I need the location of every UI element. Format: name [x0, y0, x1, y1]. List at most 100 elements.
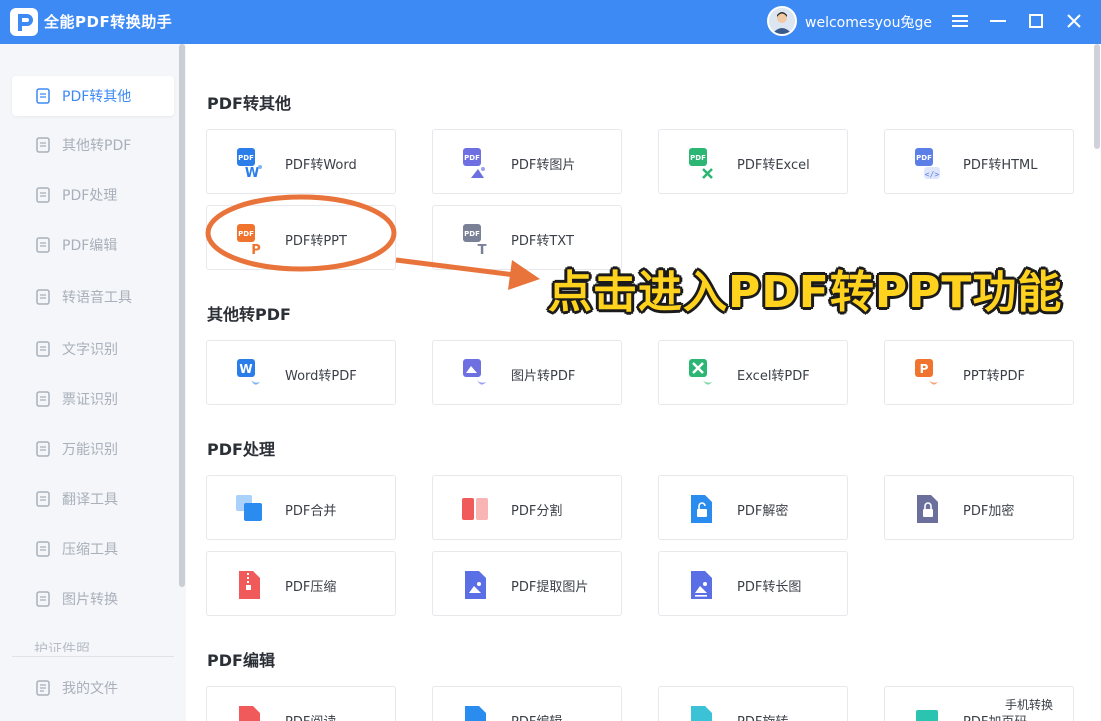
compress-icon: [34, 540, 52, 558]
maximize-icon: [1029, 13, 1043, 32]
title-bar: 全能PDF转换助手 welcomesyou兔ge: [0, 0, 1101, 44]
sidebar-item-2[interactable]: 其他转PDF: [12, 125, 174, 165]
section-title: PDF转其他: [207, 94, 291, 113]
sidebar-item-8[interactable]: 万能识别: [12, 429, 174, 469]
sidebar-item-9[interactable]: 翻译工具: [12, 479, 174, 519]
tool-card[interactable]: W Word转PDF: [206, 340, 396, 405]
sidebar-item-10[interactable]: 压缩工具: [12, 529, 174, 569]
my-files-icon: [34, 679, 52, 697]
tool-card[interactable]: Excel转PDF: [658, 340, 848, 405]
tool-card[interactable]: PDF压缩: [206, 551, 396, 616]
sidebar-item-label: 转语音工具: [62, 290, 132, 306]
svg-text:P: P: [920, 362, 929, 376]
annotation-text: 点击进入PDF转PPT功能: [548, 267, 1063, 318]
pdf-to-txt-icon: PDF T: [461, 223, 491, 258]
tool-card[interactable]: PDF分割: [432, 475, 622, 540]
tool-card-label: PDF转PPT: [285, 234, 347, 249]
pdf-to-image-icon: PDF: [461, 147, 491, 179]
close-button[interactable]: [1060, 8, 1088, 36]
section-title: PDF编辑: [207, 651, 275, 670]
tool-card-label: PDF旋转: [737, 711, 788, 721]
pdf-icon: [34, 136, 52, 154]
unlock-icon: [687, 493, 717, 525]
sidebar-item-my-files[interactable]: 我的文件: [12, 668, 174, 708]
translate-icon: [34, 490, 52, 508]
tool-card-label: PDF压缩: [285, 580, 337, 595]
sidebar-item-11[interactable]: 图片转换: [12, 579, 174, 619]
avatar[interactable]: [767, 6, 797, 36]
merge-icon: [235, 493, 265, 525]
tool-card-label: PDF转Excel: [737, 158, 810, 173]
split-icon: [461, 493, 491, 525]
sidebar-item-label: PDF处理: [62, 188, 118, 204]
svg-text:PDF: PDF: [238, 154, 254, 162]
minimize-icon: [990, 13, 1006, 32]
tool-card[interactable]: PDF PDF转图片: [432, 129, 622, 194]
pdf-to-ppt-icon: PDF P: [235, 223, 265, 258]
tool-card[interactable]: PDF转长图: [658, 551, 848, 616]
tool-card[interactable]: PDF编辑: [432, 686, 622, 721]
sidebar-item-7[interactable]: 票证识别: [12, 379, 174, 419]
tool-card-label: Word转PDF: [285, 369, 357, 384]
zip-icon: [235, 569, 265, 601]
tool-card[interactable]: P PPT转PDF: [884, 340, 1074, 405]
tool-card[interactable]: PDF </> PDF转HTML: [884, 129, 1074, 194]
sidebar-item-partial[interactable]: 护证件照: [34, 640, 90, 652]
app-title: 全能PDF转换助手: [44, 13, 173, 31]
hamburger-icon: [952, 13, 968, 32]
sidebar-item-5[interactable]: 转语音工具: [12, 277, 174, 317]
svg-text:W: W: [245, 166, 259, 179]
svg-text:PDF: PDF: [916, 154, 932, 162]
lock-icon: [913, 493, 943, 525]
svg-text:PDF: PDF: [238, 230, 254, 238]
excel-to-pdf-icon: [687, 358, 717, 390]
tool-card-label: PDF阅读: [285, 711, 336, 721]
tool-card[interactable]: PDF PDF转Excel: [658, 129, 848, 194]
long-image-icon: [687, 569, 717, 601]
tool-card-label: PDF加密: [963, 504, 1015, 519]
menu-button[interactable]: [946, 8, 974, 36]
sidebar-item-label: 翻译工具: [62, 492, 118, 508]
tool-card[interactable]: PDF提取图片: [432, 551, 622, 616]
document-tool-icon: [34, 186, 52, 204]
sidebar-item-label: 万能识别: [62, 442, 118, 458]
image-to-pdf-icon: [461, 358, 491, 390]
tool-card[interactable]: 图片转PDF: [432, 340, 622, 405]
sidebar-item-label: PDF编辑: [62, 238, 118, 254]
extract-image-icon: [461, 569, 491, 601]
close-icon: [1067, 13, 1081, 32]
tool-card-label: PDF转图片: [511, 158, 576, 173]
pdf-icon: [34, 87, 52, 105]
sidebar-item-6[interactable]: 文字识别: [12, 329, 174, 369]
tool-card-label: PDF转TXT: [511, 234, 574, 249]
sidebar-item-label: 压缩工具: [62, 542, 118, 558]
speech-icon: [34, 288, 52, 306]
tool-card[interactable]: PDF W PDF转Word: [206, 129, 396, 194]
tool-card-label: Excel转PDF: [737, 369, 810, 384]
tool-card[interactable]: PDF阅读: [206, 686, 396, 721]
pdf-to-excel-icon: PDF: [687, 147, 717, 179]
sidebar-scrollbar[interactable]: [179, 44, 185, 587]
svg-text:</>: </>: [925, 170, 940, 179]
tool-card[interactable]: PDF解密: [658, 475, 848, 540]
tool-card-label: PDF转HTML: [963, 158, 1038, 173]
tool-card-label: PPT转PDF: [963, 369, 1025, 384]
tool-card[interactable]: PDF加密: [884, 475, 1074, 540]
maximize-button[interactable]: [1022, 8, 1050, 36]
main-scrollbar[interactable]: [1094, 44, 1100, 149]
phone-convert-link[interactable]: 手机转换: [1005, 696, 1053, 713]
user-name[interactable]: welcomesyou兔ge: [805, 12, 932, 32]
universal-recognition-icon: [34, 440, 52, 458]
svg-text:W: W: [239, 362, 252, 376]
sidebar-item-3[interactable]: PDF处理: [12, 175, 174, 215]
sidebar-item-label: 文字识别: [62, 342, 118, 358]
edit-document-icon: [34, 236, 52, 254]
sidebar-item-1[interactable]: PDF转其他: [12, 76, 174, 116]
tool-card[interactable]: PDF旋转: [658, 686, 848, 721]
ppt-to-pdf-icon: P: [913, 358, 943, 390]
minimize-button[interactable]: [984, 8, 1012, 36]
tool-card[interactable]: PDF合并: [206, 475, 396, 540]
pdf-to-html-icon: PDF </>: [913, 147, 943, 179]
sidebar-item-4[interactable]: PDF编辑: [12, 225, 174, 265]
tool-card[interactable]: PDF P PDF转PPT: [206, 205, 396, 270]
